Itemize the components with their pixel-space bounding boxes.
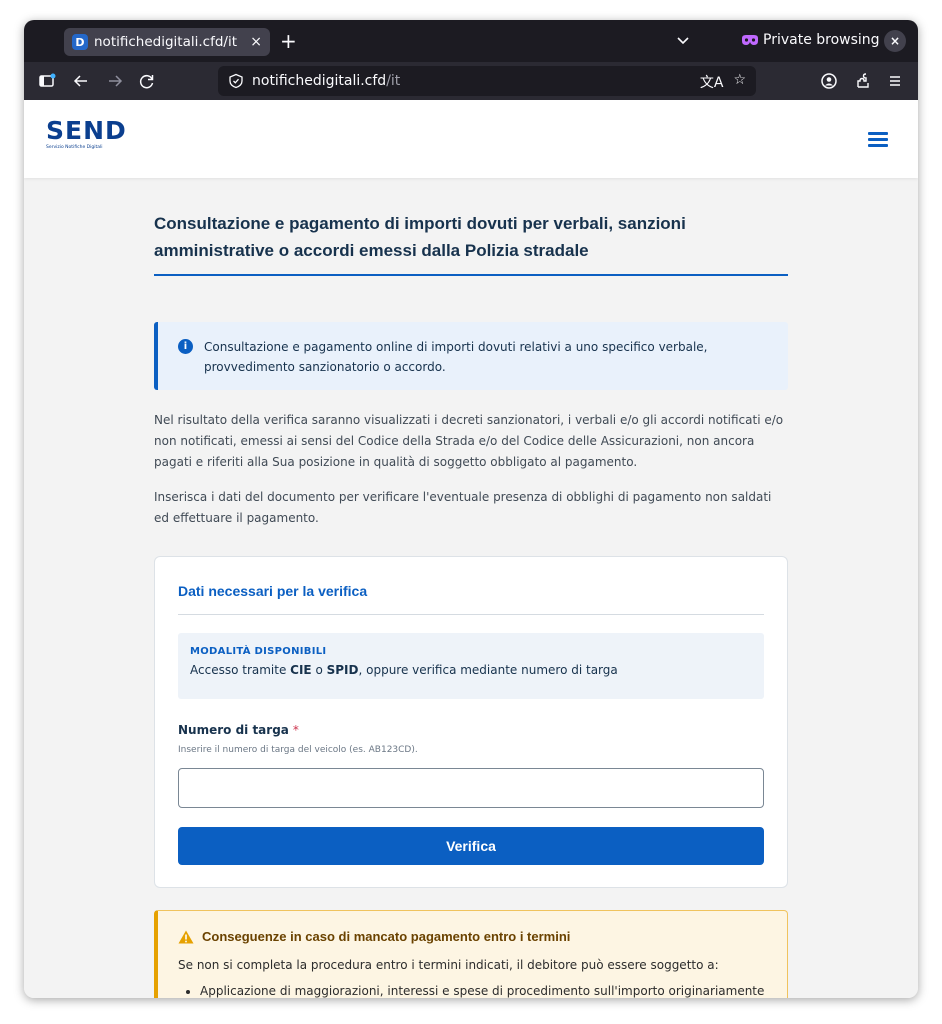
verification-form-card: Dati necessari per la verifica MODALITÀ … — [154, 556, 788, 888]
plate-field-hint: Inserire il numero di targa del veicolo … — [178, 745, 418, 755]
shield-icon[interactable] — [228, 73, 244, 89]
logo-subtitle: Servizio Notifiche Digitali — [46, 145, 103, 150]
tab-title: notifichedigitali.cfd/it — [94, 34, 237, 50]
site-header: SEND Servizio Notifiche Digitali — [24, 100, 918, 178]
tab-close-icon[interactable]: × — [250, 34, 262, 50]
url-host: notifichedigitali.cfd — [252, 73, 387, 89]
warning-title-row: Conseguenze in caso di mancato pagamento… — [178, 929, 767, 944]
plate-field-label: Numero di targa * — [178, 723, 299, 737]
private-browsing-label: Private browsing — [763, 32, 880, 48]
modes-label: MODALITÀ DISPONIBILI — [190, 646, 327, 657]
available-modes-box: MODALITÀ DISPONIBILI Accesso tramite CIE… — [178, 633, 764, 699]
menu-icon[interactable] — [886, 72, 904, 90]
warning-text: Se non si completa la procedura entro i … — [178, 958, 719, 972]
warning-triangle-icon — [178, 930, 194, 943]
private-mask-icon — [742, 35, 758, 45]
translate-icon[interactable]: 文A — [700, 72, 724, 92]
window-close-button[interactable]: × — [884, 30, 906, 52]
tab-list-chevron-icon[interactable] — [675, 32, 691, 48]
required-marker: * — [292, 723, 299, 737]
url-bar[interactable]: notifichedigitali.cfd/it 文A ☆ — [218, 66, 756, 96]
bookmark-star-icon[interactable]: ☆ — [733, 72, 746, 92]
navigation-bar: notifichedigitali.cfd/it 文A ☆ — [24, 62, 918, 100]
favicon-icon: D — [72, 34, 88, 50]
instruction-paragraph: Inserisca i dati del documento per verif… — [154, 490, 772, 525]
warning-callout: Conseguenze in caso di mancato pagamento… — [154, 910, 788, 998]
forward-icon[interactable] — [106, 72, 124, 90]
account-icon[interactable] — [820, 72, 838, 90]
form-title: Dati necessari per la verifica — [178, 583, 368, 599]
description-paragraph: Nel risultato della verifica saranno vis… — [154, 413, 784, 469]
reload-icon[interactable] — [138, 72, 156, 90]
sidebar-icon[interactable] — [38, 72, 56, 90]
verify-button[interactable]: Verifica — [178, 827, 764, 865]
info-callout: i Consultazione e pagamento online di im… — [154, 322, 788, 390]
form-divider — [178, 614, 764, 615]
warning-title: Conseguenze in caso di mancato pagamento… — [202, 929, 571, 944]
logo-wordmark: SEND — [46, 116, 127, 145]
browser-tab[interactable]: D notifichedigitali.cfd/it × — [64, 28, 270, 56]
info-text: Consultazione e pagamento online di impo… — [204, 340, 708, 374]
url-path: /it — [386, 73, 401, 89]
modes-text: Accesso tramite CIE o SPID, oppure verif… — [190, 663, 618, 677]
private-browsing-indicator: Private browsing — [742, 32, 880, 48]
main-content: Consultazione e pagamento di importi dov… — [154, 210, 788, 998]
browser-window: D notifichedigitali.cfd/it × + Private b… — [24, 20, 918, 998]
send-logo[interactable]: SEND Servizio Notifiche Digitali — [46, 116, 127, 151]
title-divider — [154, 274, 788, 276]
warning-list: Applicazione di maggiorazioni, interessi… — [178, 984, 767, 998]
hamburger-menu-icon[interactable] — [868, 132, 888, 147]
page-title: Consultazione e pagamento di importi dov… — [154, 214, 686, 260]
back-icon[interactable] — [72, 72, 90, 90]
cie-label: CIE — [290, 663, 312, 677]
info-icon: i — [178, 339, 193, 354]
new-tab-button[interactable]: + — [280, 28, 297, 54]
extensions-icon[interactable] — [854, 72, 872, 90]
spid-label: SPID — [326, 663, 359, 677]
tab-strip: D notifichedigitali.cfd/it × + Private b… — [24, 20, 918, 62]
warning-list-item: Applicazione di maggiorazioni, interessi… — [200, 984, 767, 998]
plate-number-input[interactable] — [178, 768, 764, 808]
page-viewport: SEND Servizio Notifiche Digitali Consult… — [24, 100, 918, 998]
